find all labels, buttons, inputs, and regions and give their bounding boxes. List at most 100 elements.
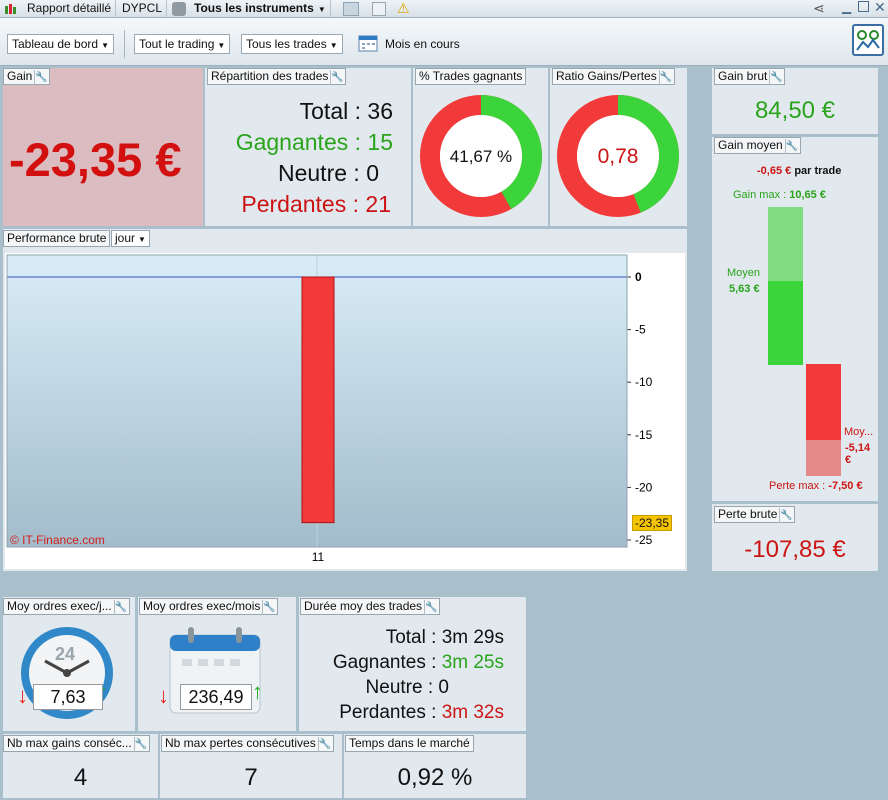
y-tick-label: -25 xyxy=(635,533,653,547)
temps-panel: Temps dans le marché 0,92 % xyxy=(344,734,526,798)
temps-value: 0,92 % xyxy=(397,764,473,791)
trading-dropdown[interactable]: Tout le trading ▼ xyxy=(134,34,231,54)
calendar-icon[interactable] xyxy=(358,33,380,53)
gain-max-row: Gain max : 10,65 € xyxy=(733,189,826,201)
ratio-title[interactable]: Ratio Gains/Pertes 🔧 xyxy=(552,68,675,85)
gain-brut-panel: Gain brut 🔧 84,50 € xyxy=(712,68,878,134)
exec-month-value: 236,49 xyxy=(180,684,252,710)
max-pertes-title-label: Nb max pertes consécutives xyxy=(165,736,316,750)
repartition-panel: Répartition des trades 🔧 Total : 36 Gagna… xyxy=(205,68,411,226)
close-icon[interactable]: ✕ xyxy=(874,0,886,16)
duree-total-value: 3m 29s xyxy=(441,627,504,648)
gain-bar-avg xyxy=(768,281,803,365)
wrench-icon[interactable]: 🔧 xyxy=(262,600,276,615)
exec-month-title[interactable]: Moy ordres exec/mois 🔧 xyxy=(139,598,279,615)
y-tick-label: -5 xyxy=(635,323,646,337)
wrench-icon[interactable]: 🔧 xyxy=(424,600,438,615)
gain-brut-title-label: Gain brut xyxy=(718,69,768,83)
temps-title[interactable]: Temps dans le marché xyxy=(345,735,474,752)
win-label: Gagnantes xyxy=(235,129,349,155)
loss-moy-label: Moy... xyxy=(844,426,874,438)
wrench-icon[interactable]: 🔧 xyxy=(34,70,48,85)
max-gains-panel: Nb max gains conséc... 🔧 4 xyxy=(3,734,158,798)
perte-max-label: Perte max : xyxy=(769,480,826,492)
last-value-badge: -23,35 xyxy=(632,515,673,531)
gain-max-label: Gain max : xyxy=(733,189,787,201)
per-trade-row: -0,65 € par trade xyxy=(757,165,841,177)
trades-dropdown-label: Tous les trades xyxy=(246,37,327,51)
gain-title-label: Gain xyxy=(7,69,33,83)
performance-bar[interactable] xyxy=(301,276,335,524)
wrench-icon[interactable]: 🔧 xyxy=(658,70,672,85)
pct-win-panel: % Trades gagnants 41,67 % xyxy=(413,68,548,226)
temps-title-label: Temps dans le marché xyxy=(349,736,470,750)
gain-max-value: 10,65 € xyxy=(789,189,826,201)
share-icon[interactable]: ⋖ xyxy=(813,0,825,17)
wrench-icon[interactable]: 🔧 xyxy=(133,737,147,752)
pct-win-title[interactable]: % Trades gagnants xyxy=(415,68,527,85)
view-dropdown[interactable]: Tableau de bord ▼ xyxy=(7,34,114,54)
max-pertes-title[interactable]: Nb max pertes consécutives 🔧 xyxy=(161,735,334,752)
duree-loss-label: Perdantes xyxy=(339,702,426,723)
duree-neutral-value: 0 xyxy=(438,677,449,698)
gain-bar-max xyxy=(768,207,803,281)
y-tick-label: -20 xyxy=(635,480,653,494)
repartition-loss-row: Perdantes : 21 xyxy=(241,191,391,217)
exec-month-title-label: Moy ordres exec/mois xyxy=(143,599,261,613)
copy-icon[interactable] xyxy=(372,2,386,16)
toolbar: Tableau de bord ▼ Tout le trading ▼ Tous l… xyxy=(0,18,888,66)
duree-title-label: Durée moy des trades xyxy=(304,599,423,613)
perte-brute-title[interactable]: Perte brute 🔧 xyxy=(714,506,796,523)
wrench-icon[interactable]: 🔧 xyxy=(779,508,793,523)
performance-title[interactable]: Performance brute xyxy=(3,230,111,247)
wrench-icon[interactable]: 🔧 xyxy=(317,737,331,752)
gain-moyen-title[interactable]: Gain moyen 🔧 xyxy=(714,137,801,154)
instruments-label: Tous les instruments xyxy=(194,1,314,15)
duree-win-value: 3m 25s xyxy=(441,652,504,673)
performance-period-dropdown[interactable]: jour ▼ xyxy=(111,230,150,247)
wrench-icon[interactable]: 🔧 xyxy=(113,600,127,615)
tab-symbol[interactable]: DYPCL xyxy=(118,0,168,18)
loss-bar-avg xyxy=(806,364,841,440)
report-icon xyxy=(4,3,18,15)
exec-day-panel: Moy ordres exec/j...🔧 24 ↓ ↑ 7,63 xyxy=(3,597,135,731)
wrench-icon[interactable]: 🔧 xyxy=(784,139,798,154)
link-icon[interactable] xyxy=(172,2,186,16)
green-arrow-icon: ↑ xyxy=(252,679,263,704)
chart-icon[interactable] xyxy=(343,2,359,16)
tab-instruments[interactable]: Tous les instruments ▼ xyxy=(190,0,331,18)
duree-panel: Durée moy des trades 🔧 Total : 3m 29s Gag… xyxy=(299,597,526,731)
loss-bar-max xyxy=(806,440,841,476)
pct-win-value: 41,67 % xyxy=(449,147,513,166)
perte-brute-panel: Perte brute 🔧 -107,85 € xyxy=(712,504,878,571)
exec-month-panel: Moy ordres exec/mois 🔧 ↓ ↑ 236,49 xyxy=(138,597,296,731)
tab-rapport[interactable]: Rapport détaillé xyxy=(23,0,117,18)
ratio-value: 0,78 xyxy=(597,145,639,168)
gain-title[interactable]: Gain 🔧 xyxy=(3,68,51,85)
chart-frame: 0 -5 -10 -15 -20 -25 11 © IT-Finance.com -23,3… xyxy=(5,253,685,569)
repartition-title[interactable]: Répartition des trades 🔧 xyxy=(207,68,347,85)
max-gains-title[interactable]: Nb max gains conséc... 🔧 xyxy=(3,735,150,752)
loss-label: Perdantes xyxy=(241,191,347,217)
settings-panel-icon[interactable] xyxy=(852,24,884,56)
period-label[interactable]: Mois en cours xyxy=(385,37,460,51)
red-arrow-icon: ↓ xyxy=(17,683,28,708)
repartition-total-row: Total : 36 xyxy=(299,98,393,124)
maximize-icon[interactable] xyxy=(858,1,869,12)
repartition-neutral-row: Neutre : 0 xyxy=(277,160,379,186)
wrench-icon[interactable]: 🔧 xyxy=(330,70,344,85)
loss-moy-value: -5,14 € xyxy=(845,442,871,466)
warning-icon[interactable]: ⚠ xyxy=(397,0,410,17)
minimize-icon[interactable]: ▁ xyxy=(842,0,851,14)
pct-win-title-label: % Trades gagnants xyxy=(419,69,523,83)
wrench-icon[interactable]: 🔧 xyxy=(769,70,783,85)
gain-brut-title[interactable]: Gain brut 🔧 xyxy=(714,68,786,85)
trades-dropdown[interactable]: Tous les trades ▼ xyxy=(241,34,343,54)
duree-title[interactable]: Durée moy des trades 🔧 xyxy=(300,598,441,615)
clock-label: 24 xyxy=(55,644,76,664)
exec-day-title[interactable]: Moy ordres exec/j... 🔧 xyxy=(3,598,130,615)
perte-max-row: Perte max : -7,50 € xyxy=(769,480,863,492)
moyen-value: 5,63 € xyxy=(729,283,760,295)
perte-brute-title-label: Perte brute xyxy=(718,507,778,521)
gain-panel: Gain 🔧 -23,35 € xyxy=(3,68,203,226)
